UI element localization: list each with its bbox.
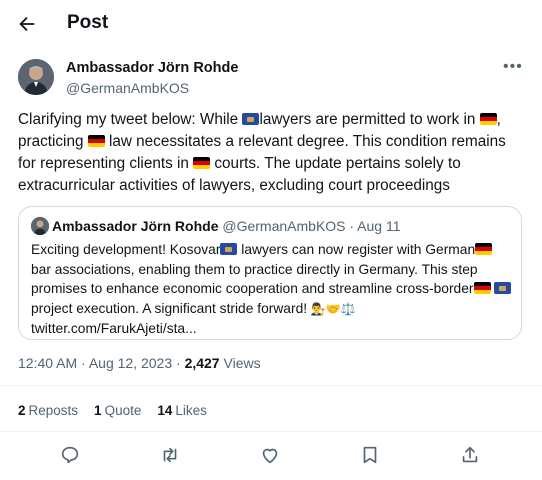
reposts-count: 2 [18, 403, 26, 418]
share-icon[interactable] [459, 444, 481, 466]
tweet-text: Clarifying my tweet below: While lawyers… [18, 109, 526, 197]
quotes-count: 1 [94, 403, 102, 418]
quoted-tweet-header: Ambassador Jörn Rohde @GermanAmbKOS · Au… [52, 218, 401, 234]
likes-stat[interactable]: 14 Likes [157, 403, 207, 418]
page-title: Post [67, 12, 109, 33]
quoted-text-part: project execution. A significant stride … [31, 300, 311, 316]
quoted-text-part: lawyers can now register with German [237, 242, 476, 257]
post-header: Post [0, 0, 542, 48]
germany-flag-icon [475, 243, 493, 255]
views-count: 2,427 [184, 355, 220, 371]
divider [0, 385, 542, 386]
judge-handshake-scales-emoji: 👨‍⚖️🤝⚖️ [310, 301, 356, 316]
germany-flag-icon [479, 113, 497, 125]
quotes-stat[interactable]: 1 Quote [94, 403, 141, 418]
more-options-icon[interactable]: ••• [503, 58, 523, 76]
quoted-author-avatar [31, 217, 49, 235]
likes-count: 14 [157, 403, 173, 418]
tweet-text-part: Clarifying my tweet below: While [18, 111, 243, 128]
author-name[interactable]: Ambassador Jörn Rohde [66, 60, 238, 76]
divider [0, 431, 542, 432]
back-arrow-icon[interactable] [16, 13, 38, 35]
quoted-link[interactable]: twitter.com/FarukAjeti/sta... [31, 321, 197, 336]
reposts-label: Reposts [28, 403, 79, 418]
quoted-author-name: Ambassador Jörn Rohde [52, 218, 219, 234]
germany-flag-icon [193, 157, 211, 169]
germany-flag-icon [473, 282, 491, 295]
author-handle[interactable]: @GermanAmbKOS [66, 80, 189, 96]
germany-flag-icon [87, 135, 105, 147]
reply-icon[interactable] [59, 444, 81, 466]
likes-label: Likes [175, 403, 207, 418]
tweet-text-part: , [496, 111, 501, 128]
bookmark-icon[interactable] [359, 444, 381, 466]
quoted-text-part: Exciting development! Kosovar [31, 242, 221, 257]
quoted-tweet-text: Exciting development! Kosovar lawyers ca… [31, 240, 515, 339]
author-avatar[interactable] [18, 59, 54, 95]
quoted-text-part: bar associations, enabling them to pract… [31, 261, 478, 297]
quoted-tweet-card[interactable]: Ambassador Jörn Rohde @GermanAmbKOS · Au… [18, 206, 522, 340]
quotes-label: Quote [104, 403, 142, 418]
reposts-stat[interactable]: 2 Reposts [18, 403, 78, 418]
tweet-text-part: practicing [18, 133, 88, 150]
views-label: Views [219, 355, 261, 371]
kosovo-flag-icon [242, 113, 260, 125]
engagement-stats: 2 Reposts 1 Quote 14 Likes [18, 403, 223, 418]
heart-icon[interactable] [259, 444, 281, 466]
kosovo-flag-icon [220, 243, 238, 255]
tweet-text-part: lawyers are permitted to work in [259, 111, 480, 128]
post-timestamp: 12:40 AM · Aug 12, 2023 · 2,427 Views [18, 355, 261, 371]
repost-icon[interactable] [159, 444, 181, 466]
action-bar [0, 440, 542, 474]
post-time[interactable]: 12:40 AM · Aug 12, 2023 · [18, 355, 185, 371]
quoted-author-meta: @GermanAmbKOS · Aug 11 [222, 218, 401, 234]
kosovo-flag-icon [494, 282, 512, 295]
